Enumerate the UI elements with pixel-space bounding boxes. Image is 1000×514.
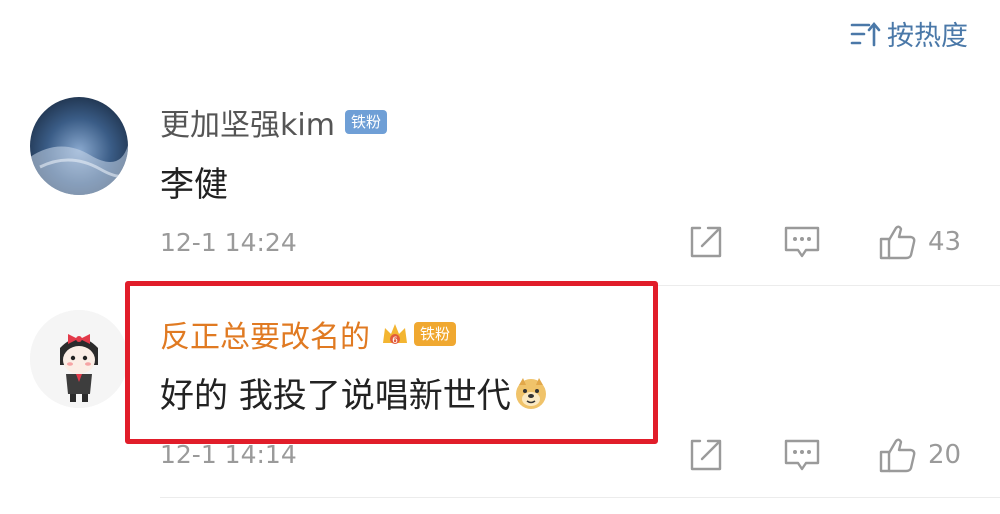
thumbs-up-icon — [879, 438, 916, 473]
like-button[interactable]: 20 — [878, 435, 961, 475]
share-button[interactable] — [686, 222, 726, 262]
sort-by-hot-button[interactable]: 按热度 — [849, 14, 968, 53]
comment-text: 李健 — [160, 165, 228, 205]
share-icon — [690, 226, 722, 258]
like-button[interactable]: 43 — [878, 222, 961, 262]
avatar[interactable] — [30, 310, 128, 408]
fan-badge: 铁粉 — [344, 110, 387, 134]
comment-icon — [784, 439, 820, 471]
share-icon — [690, 439, 722, 471]
reply-button[interactable] — [782, 435, 822, 475]
sort-label: 按热度 — [887, 21, 968, 52]
share-button[interactable] — [686, 435, 726, 475]
thumbs-up-icon — [879, 225, 916, 260]
comment-icon — [784, 226, 820, 258]
avatar[interactable] — [30, 97, 128, 195]
timestamp: 12-1 14:14 — [160, 440, 297, 469]
username[interactable]: 更加坚强kim — [160, 100, 335, 144]
timestamp: 12-1 14:24 — [160, 228, 297, 257]
username-row: 更加坚强kim 铁粉 — [160, 100, 387, 144]
like-count: 20 — [928, 440, 962, 470]
like-count: 43 — [928, 227, 962, 257]
divider — [160, 497, 1000, 498]
highlight-box — [125, 281, 658, 444]
sort-icon — [850, 21, 881, 46]
reply-button[interactable] — [782, 222, 822, 262]
